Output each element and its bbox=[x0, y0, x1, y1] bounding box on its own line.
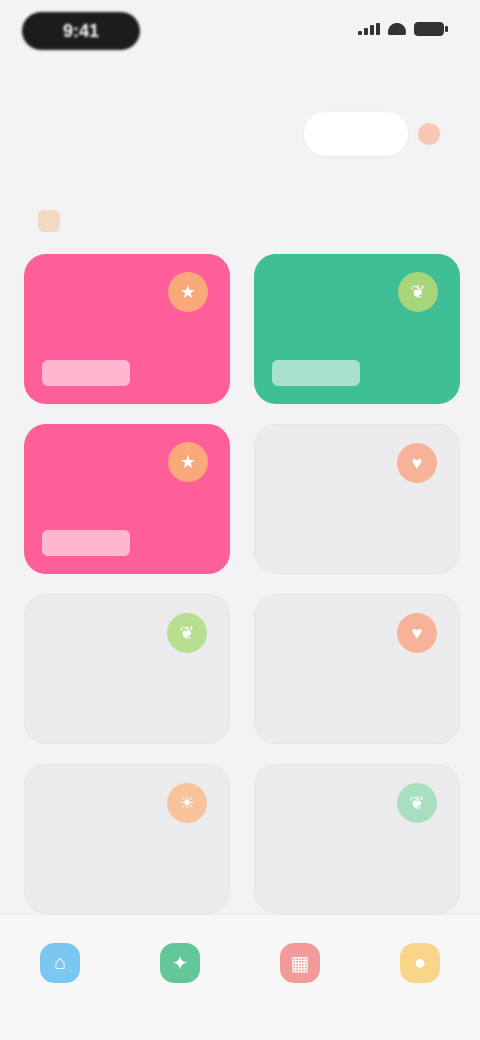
tab-home[interactable]: ⌂ bbox=[10, 943, 110, 989]
user-icon: ● bbox=[400, 943, 440, 983]
card-7[interactable]: ☀ bbox=[24, 764, 230, 914]
battery-icon bbox=[414, 22, 448, 36]
wifi-icon bbox=[388, 23, 406, 35]
card-3[interactable]: ★ bbox=[24, 424, 230, 574]
chart-icon: ▦ bbox=[280, 943, 320, 983]
star-icon: ★ bbox=[168, 442, 208, 482]
section-header bbox=[38, 210, 70, 232]
notification-dot-icon[interactable] bbox=[418, 123, 440, 145]
card-2[interactable]: ❦ bbox=[254, 254, 460, 404]
heart-icon: ♥ bbox=[397, 443, 437, 483]
status-bar: 9:41 bbox=[0, 0, 480, 64]
header-row bbox=[46, 110, 440, 158]
compass-icon: ✦ bbox=[160, 943, 200, 983]
header-pill-button[interactable] bbox=[304, 112, 408, 156]
card-label-placeholder bbox=[42, 360, 130, 386]
card-1[interactable]: ★ bbox=[24, 254, 230, 404]
heart-icon: ♥ bbox=[397, 613, 437, 653]
card-label-placeholder bbox=[42, 530, 130, 556]
star-icon: ★ bbox=[168, 272, 208, 312]
card-4[interactable]: ♥ bbox=[254, 424, 460, 574]
card-6[interactable]: ♥ bbox=[254, 594, 460, 744]
tab-bar: ⌂ ✦ ▦ ● bbox=[0, 914, 480, 1040]
card-8[interactable]: ❦ bbox=[254, 764, 460, 914]
status-time: 9:41 bbox=[22, 12, 140, 50]
card-grid: ★ ❦ ★ ♥ ❦ ♥ ☀ ❦ bbox=[24, 254, 460, 914]
status-icons bbox=[358, 22, 448, 36]
leaf-icon: ❦ bbox=[398, 272, 438, 312]
sun-icon: ☀ bbox=[167, 783, 207, 823]
tab-explore[interactable]: ✦ bbox=[130, 943, 230, 989]
card-label-placeholder bbox=[272, 360, 360, 386]
leaf-icon: ❦ bbox=[397, 783, 437, 823]
home-icon: ⌂ bbox=[40, 943, 80, 983]
tab-profile[interactable]: ● bbox=[370, 943, 470, 989]
section-icon bbox=[38, 210, 60, 232]
tab-stats[interactable]: ▦ bbox=[250, 943, 350, 989]
leaf-icon: ❦ bbox=[167, 613, 207, 653]
card-5[interactable]: ❦ bbox=[24, 594, 230, 744]
signal-icon bbox=[358, 23, 380, 35]
